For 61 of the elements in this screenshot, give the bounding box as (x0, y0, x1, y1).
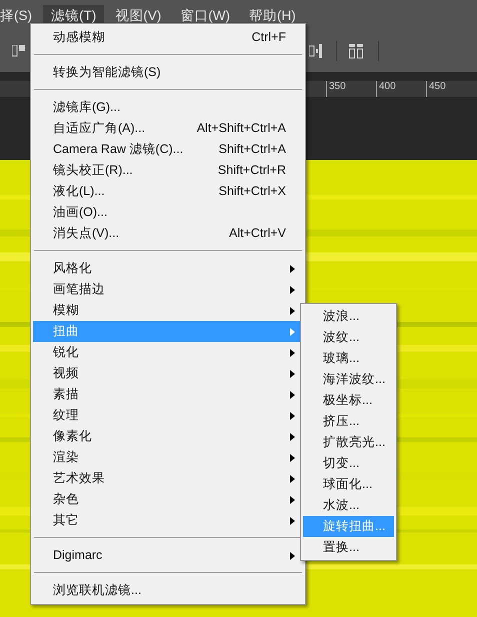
menu-item[interactable]: 浏览联机滤镜... (33, 580, 303, 601)
menu-item[interactable]: 自适应广角(A)... Alt+Shift+Ctrl+A (33, 118, 303, 139)
distribute-icon (309, 44, 323, 58)
submenu-arrow-icon (290, 454, 295, 462)
menu-item[interactable]: 动感模糊 Ctrl+F (33, 27, 303, 48)
menu-item[interactable]: 消失点(V)... Alt+Ctrl+V (33, 223, 303, 244)
menu-item[interactable]: 切变... (303, 453, 394, 474)
submenu-arrow-icon (290, 474, 295, 482)
submenu-item[interactable]: 渲染 (33, 447, 303, 468)
menu-item[interactable]: 极坐标... (303, 390, 394, 411)
submenu-arrow-icon (290, 552, 295, 560)
menu-item[interactable]: 波纹... (303, 327, 394, 348)
menu-item[interactable]: 滤镜库(G)... (33, 97, 303, 118)
submenu-item[interactable]: 其它 (33, 510, 303, 531)
menu-item[interactable]: Camera Raw 滤镜(C)... Shift+Ctrl+A (33, 139, 303, 160)
submenu-item[interactable]: 杂色 (33, 489, 303, 510)
menu-item[interactable]: 油画(O)... (33, 202, 303, 223)
submenu-item[interactable]: 锐化 (33, 342, 303, 363)
menu-item[interactable]: 转换为智能滤镜(S) (33, 62, 303, 83)
menu-item[interactable]: 玻璃... (303, 348, 394, 369)
shortcut-text: Shift+Ctrl+A (218, 141, 286, 158)
submenu-item[interactable]: 画笔描边 (33, 279, 303, 300)
submenu-arrow-icon (290, 306, 295, 314)
menu-bar-item[interactable]: 择(S) (0, 4, 40, 28)
submenu-arrow-icon (290, 286, 295, 294)
submenu-arrow-icon (290, 348, 295, 356)
menu-item[interactable]: 置换... (303, 537, 394, 558)
submenu-item[interactable]: 像素化 (33, 426, 303, 447)
submenu-item[interactable]: 视频 (33, 363, 303, 384)
shortcut-text: Alt+Shift+Ctrl+A (196, 120, 286, 138)
submenu-item[interactable]: 风格化 (33, 258, 303, 279)
submenu-arrow-icon (290, 328, 295, 336)
submenu-arrow-icon (290, 516, 295, 524)
ruler-label: 400 (378, 81, 396, 93)
submenu-arrow-icon (290, 496, 295, 504)
submenu-item[interactable]: 纹理 (33, 405, 303, 426)
submenu-arrow-icon (290, 264, 295, 272)
distribute-icon (349, 44, 364, 58)
submenu-item[interactable]: Digimarc (33, 545, 303, 566)
menu-item[interactable]: 挤压... (303, 411, 394, 432)
menu-item[interactable]: 扩散亮光... (303, 432, 394, 453)
submenu-item[interactable]: 艺术效果 (33, 468, 303, 489)
menu-item[interactable]: 镜头校正(R)... Shift+Ctrl+R (33, 160, 303, 181)
submenu-item[interactable]: 模糊 (33, 300, 303, 321)
ruler-label: 450 (428, 81, 446, 93)
submenu-item[interactable]: 素描 (33, 384, 303, 405)
shortcut-text: Shift+Ctrl+R (218, 162, 286, 180)
submenu-arrow-icon (290, 370, 295, 378)
submenu-arrow-icon (290, 390, 295, 398)
shortcut-text: Ctrl+F (252, 29, 286, 46)
menu-item[interactable]: 海洋波纹... (303, 369, 394, 390)
submenu-arrow-icon (290, 412, 295, 420)
menu-item[interactable]: 球面化... (303, 474, 394, 495)
shortcut-text: Alt+Ctrl+V (229, 225, 286, 242)
align-top-icon (12, 45, 26, 57)
ruler-label: 350 (328, 81, 346, 93)
menu-item[interactable]: 波浪... (303, 306, 394, 327)
submenu-arrow-icon (290, 432, 295, 440)
shortcut-text: Shift+Ctrl+X (218, 183, 286, 200)
menu-item[interactable]: 水波... (303, 495, 394, 516)
menu-item[interactable]: 液化(L)... Shift+Ctrl+X (33, 181, 303, 202)
